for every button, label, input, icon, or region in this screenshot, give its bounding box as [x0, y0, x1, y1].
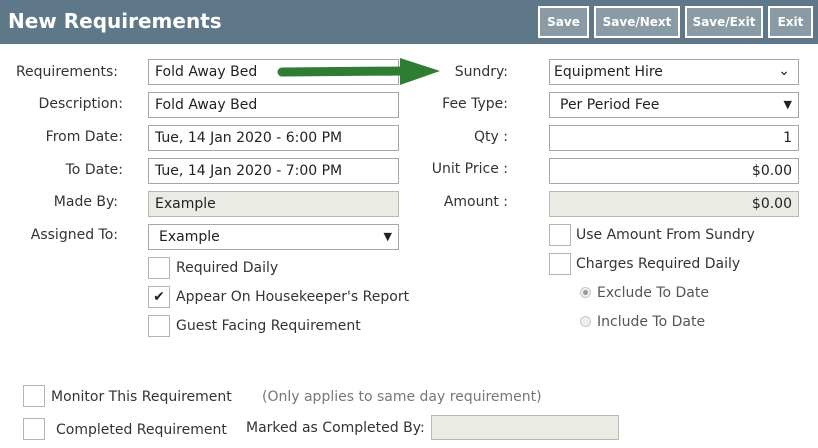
- marked-completed-by-label: Marked as Completed By:: [246, 420, 425, 436]
- completed-requirement-label: Completed Requirement: [56, 422, 227, 438]
- description-label: Description:: [38, 96, 123, 112]
- use-amount-sundry-label: Use Amount From Sundry: [576, 227, 755, 243]
- assigned-to-select[interactable]: Example ▼: [148, 224, 399, 250]
- made-by-value: Example: [155, 196, 216, 212]
- from-date-input[interactable]: Tue, 14 Jan 2020 - 6:00 PM: [148, 125, 399, 151]
- chevron-down-icon: ⌄: [778, 63, 790, 79]
- required-daily-checkbox[interactable]: [148, 257, 170, 279]
- appear-housekeeper-label: Appear On Housekeeper's Report: [176, 289, 410, 305]
- assigned-to-value: Example: [159, 229, 220, 245]
- amount-label: Amount :: [443, 194, 508, 210]
- unit-price-value: $0.00: [751, 163, 792, 179]
- green-arrow-icon: [277, 58, 440, 85]
- charges-required-daily-label: Charges Required Daily: [576, 256, 741, 272]
- include-to-date-radio[interactable]: [580, 316, 591, 327]
- guest-facing-label: Guest Facing Requirement: [176, 318, 361, 334]
- use-amount-sundry-checkbox[interactable]: [549, 224, 571, 246]
- made-by-label: Made By:: [53, 194, 118, 210]
- appear-housekeeper-checkbox[interactable]: ✔: [148, 286, 170, 308]
- description-value: Fold Away Bed: [155, 97, 258, 113]
- unit-price-input[interactable]: $0.00: [549, 158, 799, 184]
- caret-down-icon: ▼: [383, 230, 392, 243]
- guest-facing-checkbox[interactable]: [148, 315, 170, 337]
- save-exit-button[interactable]: Save/Exit: [685, 6, 763, 38]
- exit-button[interactable]: Exit: [768, 6, 813, 38]
- fee-type-label: Fee Type:: [442, 96, 508, 112]
- save-next-button[interactable]: Save/Next: [594, 6, 680, 38]
- marked-completed-by-field: [431, 415, 619, 440]
- to-date-label: To Date:: [65, 162, 123, 178]
- header-bar: New Requirements Save Save/Next Save/Exi…: [0, 0, 818, 44]
- from-date-value: Tue, 14 Jan 2020 - 6:00 PM: [155, 130, 343, 146]
- qty-value: 1: [783, 130, 792, 146]
- to-date-input[interactable]: Tue, 14 Jan 2020 - 7:00 PM: [148, 158, 399, 184]
- requirements-label: Requirements:: [15, 64, 118, 80]
- required-daily-label: Required Daily: [176, 260, 279, 276]
- save-button[interactable]: Save: [538, 6, 589, 38]
- amount-value: $0.00: [751, 196, 792, 212]
- charges-required-daily-checkbox[interactable]: [549, 253, 571, 275]
- exclude-to-date-label: Exclude To Date: [597, 285, 709, 301]
- qty-input[interactable]: 1: [549, 125, 799, 151]
- completed-requirement-checkbox[interactable]: [23, 418, 45, 440]
- sundry-select[interactable]: Equipment Hire ⌄: [549, 59, 799, 85]
- description-input[interactable]: Fold Away Bed: [148, 92, 399, 118]
- sundry-value: Equipment Hire: [554, 64, 663, 80]
- exclude-to-date-radio[interactable]: [580, 287, 591, 298]
- monitor-requirement-label: Monitor This Requirement: [51, 389, 232, 405]
- made-by-field: Example: [148, 191, 399, 217]
- sundry-label: Sundry:: [454, 64, 508, 80]
- to-date-value: Tue, 14 Jan 2020 - 7:00 PM: [155, 163, 343, 179]
- monitor-note: (Only applies to same day requirement): [262, 389, 542, 405]
- unit-price-label: Unit Price :: [431, 161, 508, 177]
- monitor-requirement-checkbox[interactable]: [23, 385, 45, 407]
- include-to-date-label: Include To Date: [597, 314, 706, 330]
- page-title: New Requirements: [8, 9, 222, 33]
- from-date-label: From Date:: [45, 129, 123, 145]
- check-icon: ✔: [153, 289, 165, 305]
- fee-type-select[interactable]: Per Period Fee ▼: [549, 92, 799, 118]
- assigned-to-label: Assigned To:: [30, 227, 118, 243]
- caret-down-icon: ▼: [783, 98, 792, 111]
- amount-field: $0.00: [549, 191, 799, 217]
- qty-label: Qty :: [474, 129, 508, 145]
- fee-type-value: Per Period Fee: [560, 97, 660, 113]
- requirements-value: Fold Away Bed: [155, 64, 258, 80]
